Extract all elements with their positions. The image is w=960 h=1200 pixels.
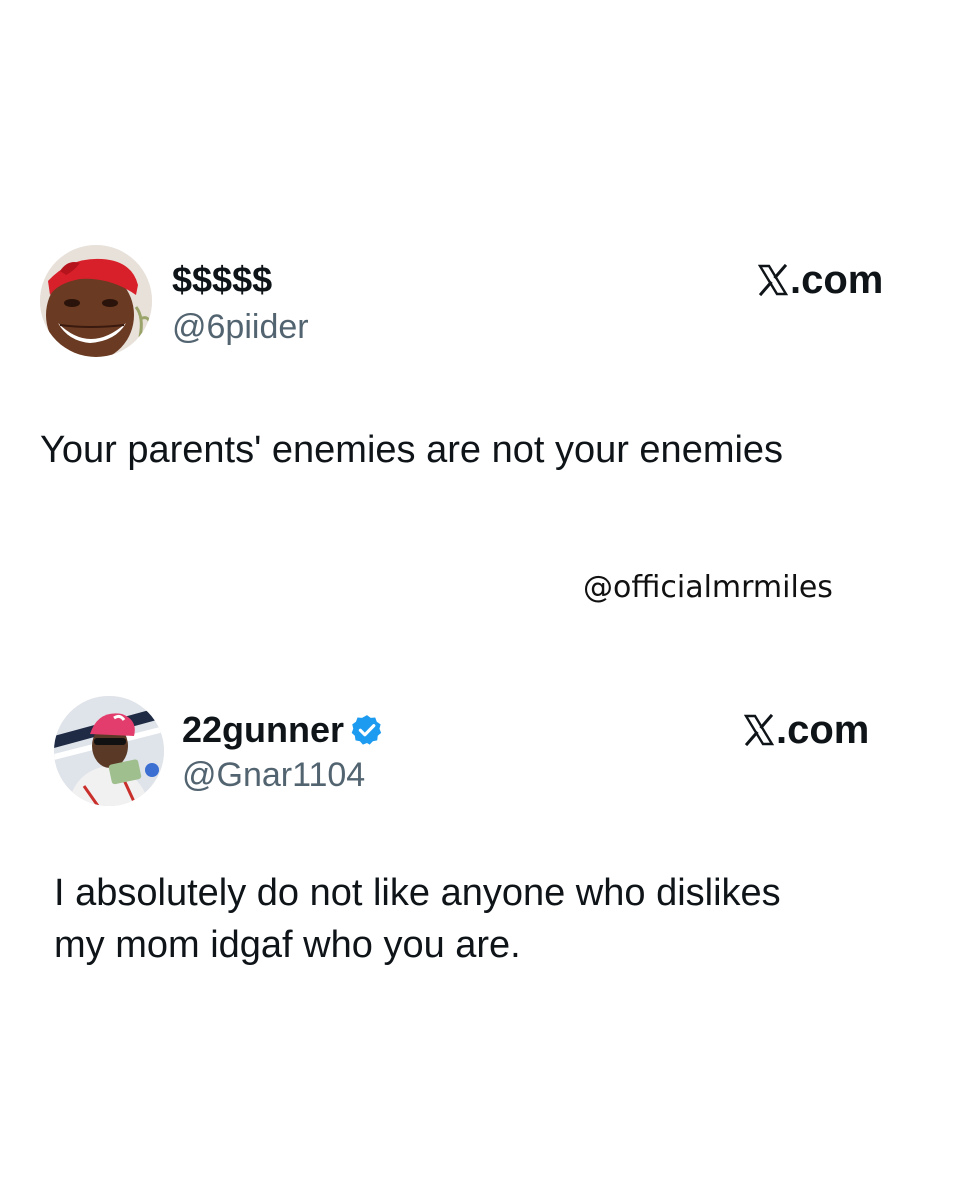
brand-text: .com — [790, 258, 884, 302]
tweet-text-line: Your parents' enemies are not your enemi… — [40, 429, 784, 471]
brand-label: .com — [744, 708, 869, 752]
tweet-text-line: my mom idgaf who you are. — [54, 924, 521, 966]
tweet-text: I absolutely do not like anyone who disl… — [54, 867, 781, 971]
verified-badge-icon — [351, 715, 382, 745]
display-name[interactable]: $$$$$ — [172, 260, 272, 300]
brand-text: .com — [776, 708, 870, 752]
tweet-text: Your parents' enemies are not your enemi… — [40, 424, 783, 476]
handle[interactable]: @Gnar1104 — [182, 756, 365, 794]
x-logo-icon — [758, 264, 788, 296]
tweet-text-line: I absolutely do not like anyone who disl… — [54, 872, 781, 914]
handle[interactable]: @6piider — [172, 308, 309, 346]
avatar-image — [40, 245, 152, 357]
display-name[interactable]: 22gunner — [182, 710, 344, 750]
brand-label: .com — [758, 258, 883, 302]
watermark: @officialmrmiles — [583, 570, 833, 605]
x-logo-icon — [744, 714, 774, 746]
avatar-image — [54, 696, 164, 806]
avatar[interactable] — [40, 245, 152, 357]
avatar[interactable] — [54, 696, 164, 806]
display-name-row: 22gunner — [182, 710, 384, 750]
